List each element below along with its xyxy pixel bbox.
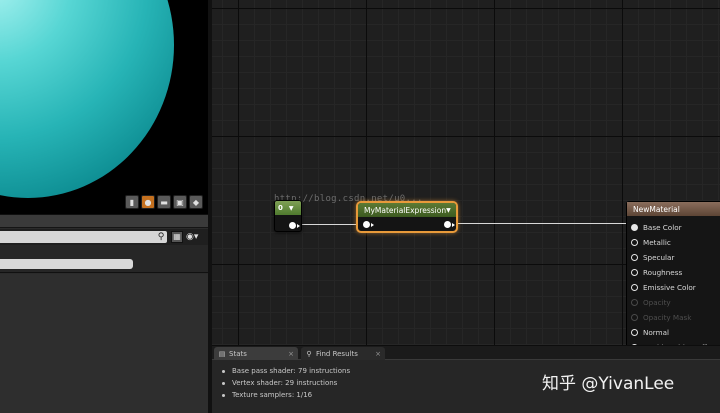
pin-icon[interactable] [631,299,638,306]
bullet-icon [222,381,225,385]
material-pin-label: Specular [643,253,675,262]
material-pin-label: Opacity Mask [643,313,692,322]
tab-find-results[interactable]: ⚲ Find Results × [301,347,385,360]
details-header [0,245,208,273]
constant-value: 0 [278,204,283,212]
constant-node-header: 0 ▼ [275,201,301,215]
output-arrow-icon [297,223,300,228]
tab-stats-label: Stats [229,349,247,358]
material-pin-label: Base Color [643,223,682,232]
eye-icon[interactable]: ◉▾ [186,231,206,243]
input-arrow-icon [371,222,374,227]
expression-node-title: MyMaterialExpression [364,205,447,215]
pin-icon[interactable] [631,329,638,336]
search-icon: ⚲ [306,349,312,358]
material-pin[interactable]: Emissive Color [631,280,718,295]
grid-view-icon[interactable]: ▦ [171,231,183,243]
material-pin[interactable]: Opacity [631,295,718,310]
close-icon[interactable]: × [375,350,381,358]
chevron-down-icon[interactable]: ▼ [289,205,294,212]
material-graph[interactable]: http://blog.csdn.net/u0... 0 ▼ MyMateria… [212,0,720,345]
preview-sphere [0,0,174,198]
brand-watermark: 知乎 @YivanLee [542,374,675,394]
material-pin-label: Normal [643,328,670,337]
stat-text: Texture samplers: 1/16 [232,391,313,399]
material-pin-label: Emissive Color [643,283,696,292]
stats-icon: ▤ [218,349,226,358]
panel-divider[interactable] [0,214,208,228]
teapot-icon[interactable]: ◆ [189,195,203,209]
material-pin-label: Roughness [643,268,683,277]
material-pin[interactable]: Base Color [631,220,718,235]
stat-text: Vertex shader: 29 instructions [232,379,338,387]
tab-find-results-label: Find Results [316,349,358,358]
sphere-icon[interactable]: ● [141,195,155,209]
tab-stats[interactable]: ▤ Stats × [214,347,298,360]
material-node-header: NewMaterial [627,202,720,216]
cube-icon[interactable]: ▣ [173,195,187,209]
bottom-tab-bar: ▤ Stats × ⚲ Find Results × [212,346,720,360]
output-arrow-icon [452,222,455,227]
pin-icon[interactable] [631,254,638,261]
pin-icon[interactable] [631,284,638,291]
left-panel: ▮ ● ▬ ▣ ◆ ⚲ ▦ ◉▾ [0,0,208,413]
new-material-result-node[interactable]: NewMaterial Base Color Metallic Specular Ro… [626,201,720,345]
stats-list: Base pass shader: 79 instructions Vertex… [222,365,350,401]
material-pin[interactable]: Metallic [631,235,718,250]
material-pin-label: Metallic [643,238,671,247]
bullet-icon [222,393,225,397]
material-pin[interactable]: Opacity Mask [631,310,718,325]
material-node-title: NewMaterial [633,204,680,214]
expression-node-header: MyMaterialExpression ▼ [358,203,456,217]
wire-const-to-expression [292,224,364,225]
expression-output-pin[interactable] [444,221,451,228]
my-material-expression-node[interactable]: MyMaterialExpression ▼ [356,201,458,233]
stat-text: Base pass shader: 79 instructions [232,367,351,375]
stat-line: Base pass shader: 79 instructions [222,365,350,377]
pin-icon[interactable] [631,314,638,321]
cylinder-icon[interactable]: ▮ [125,195,139,209]
close-icon[interactable]: × [288,350,294,358]
constant-node[interactable]: 0 ▼ [274,200,302,232]
details-search-row: ⚲ ▦ ◉▾ [0,229,208,245]
stat-line: Texture samplers: 1/16 [222,389,350,401]
material-pin-label: Opacity [643,298,671,307]
material-pin[interactable]: Roughness [631,265,718,280]
material-input-pins: Base Color Metallic Specular Roughness Emiss… [631,220,718,345]
preview-viewport[interactable]: ▮ ● ▬ ▣ ◆ [0,0,208,214]
details-field[interactable] [0,259,133,269]
pin-icon[interactable] [631,239,638,246]
material-pin[interactable]: Normal [631,325,718,340]
pin-icon[interactable] [631,224,638,231]
details-panel-body [0,274,208,413]
stat-line: Vertex shader: 29 instructions [222,377,350,389]
plane-icon[interactable]: ▬ [157,195,171,209]
constant-output-pin[interactable] [289,222,296,229]
pin-icon[interactable] [631,269,638,276]
preview-shape-toolbar: ▮ ● ▬ ▣ ◆ [125,195,203,209]
wire-expression-to-material [448,223,630,224]
bullet-icon [222,369,225,373]
expression-input-pin[interactable] [363,221,370,228]
details-search-input[interactable] [0,231,167,243]
chevron-down-icon[interactable]: ▼ [446,207,451,214]
search-icon[interactable]: ⚲ [155,231,167,243]
material-pin[interactable]: Specular [631,250,718,265]
